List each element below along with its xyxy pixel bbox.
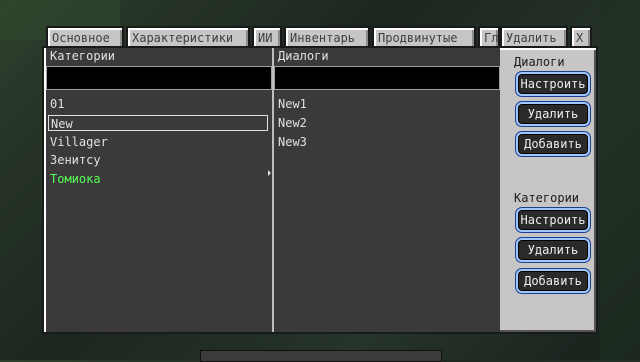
background-block — [600, 0, 640, 360]
tab-close[interactable]: X — [570, 26, 592, 46]
category-item[interactable]: Зенитсу — [48, 152, 101, 168]
tab-inventory[interactable]: Инвентарь — [284, 26, 370, 46]
categories-list[interactable] — [46, 48, 272, 332]
mouse-cursor-icon — [268, 170, 271, 176]
tab-delete[interactable]: Удалить — [500, 26, 568, 46]
category-item[interactable]: Villager — [48, 134, 108, 150]
configure-category-button[interactable]: Настроить — [516, 208, 590, 232]
dialog-item[interactable]: New2 — [276, 115, 307, 131]
dialog-item[interactable]: New3 — [276, 134, 307, 150]
categories-header: Категории — [50, 49, 116, 63]
add-category-button[interactable]: Добавить — [516, 269, 590, 293]
configure-dialog-button[interactable]: Настроить — [516, 72, 590, 96]
delete-category-button[interactable]: Удалить — [516, 238, 590, 262]
dialogs-list[interactable] — [274, 48, 500, 332]
delete-dialog-button[interactable]: Удалить — [516, 102, 590, 126]
hotbar — [200, 350, 442, 362]
category-item[interactable]: 01 — [48, 96, 64, 112]
dialog-item[interactable]: New1 — [276, 96, 307, 112]
tab-stats[interactable]: Характеристики — [126, 26, 250, 46]
category-item-selected[interactable]: New — [48, 115, 268, 131]
tab-ai[interactable]: ИИ — [252, 26, 282, 46]
tab-basic[interactable]: Основное — [46, 26, 124, 46]
tab-advanced[interactable]: Продвинутые — [372, 26, 476, 46]
categories-group-title: Категории — [514, 191, 580, 205]
column-divider — [272, 48, 274, 332]
dialogs-group-title: Диалоги — [514, 55, 565, 69]
dialogs-header: Диалоги — [278, 49, 329, 63]
tab-global[interactable]: Гл — [478, 26, 500, 46]
category-item-highlighted[interactable]: Томиока — [48, 171, 101, 187]
categories-search-input[interactable] — [46, 66, 272, 90]
add-dialog-button[interactable]: Добавить — [516, 132, 590, 156]
dialogs-search-input[interactable] — [274, 66, 500, 90]
